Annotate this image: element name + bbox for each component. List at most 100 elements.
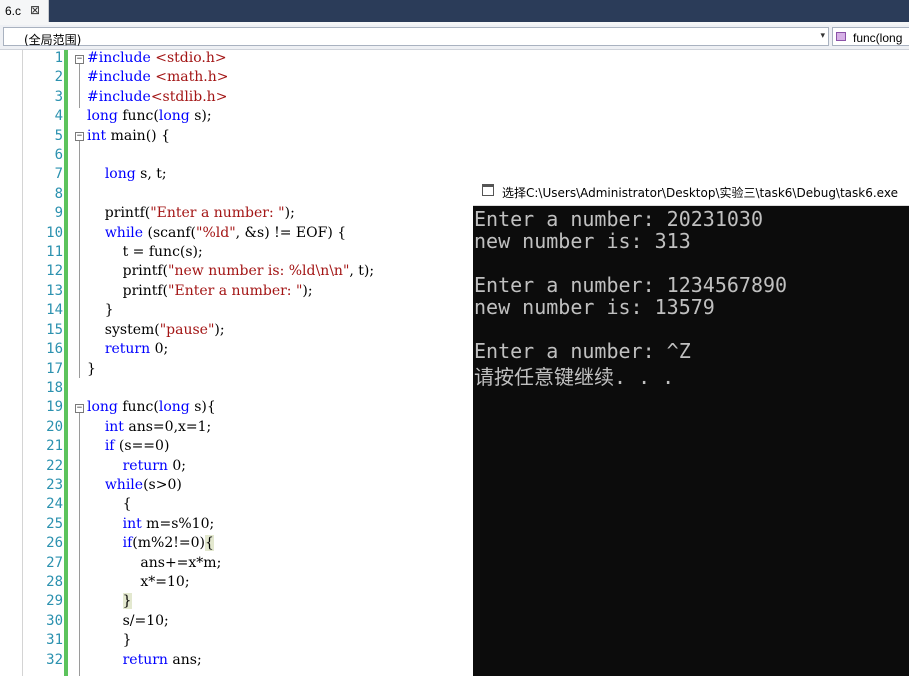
function-dropdown[interactable]: func(long: [832, 27, 909, 46]
code-token: #include: [87, 69, 156, 86]
line-number: 25: [46, 515, 63, 532]
line-number: 32: [46, 651, 63, 668]
console-titlebar[interactable]: 选择C:\Users\Administrator\Desktop\实验三\tas…: [473, 178, 909, 206]
code-token: int: [122, 515, 142, 532]
code-line: if(m%2!=0){: [122, 535, 214, 552]
code-line: }: [87, 632, 132, 649]
console-line: Enter a number: 20231030: [474, 207, 763, 231]
tab-close-icon[interactable]: ⊠: [30, 3, 40, 17]
line-number: 31: [46, 632, 63, 649]
line-number: 3: [54, 88, 63, 105]
console-line: new number is: 13579: [474, 295, 715, 319]
line-number: 24: [46, 496, 63, 513]
outlining-margin: − − −: [68, 50, 86, 676]
line-number: 30: [46, 612, 63, 629]
code-token: if: [122, 535, 133, 552]
line-number: 11: [46, 244, 63, 261]
code-line: x*=10;: [87, 573, 190, 590]
code-line: long func(long s);: [87, 108, 212, 125]
code-line: long s, t;: [104, 166, 167, 183]
line-number: 1: [54, 50, 63, 66]
code-token: int: [87, 127, 107, 144]
scope-dropdown[interactable]: (全局范围) ▾: [3, 27, 829, 47]
code-line: return 0;: [122, 457, 187, 474]
brace-match-highlight: }: [122, 593, 132, 610]
line-number: 8: [54, 185, 63, 202]
code-token: #include: [87, 88, 151, 105]
code-token: "Enter a number: ": [150, 205, 285, 222]
code-line: printf("Enter a number: ");: [87, 282, 313, 299]
line-number: 16: [46, 341, 63, 358]
line-number: 22: [46, 457, 63, 474]
line-number: 29: [46, 593, 63, 610]
line-number: 21: [46, 438, 63, 455]
code-token: #include: [87, 50, 156, 66]
console-app-icon-bar: [482, 184, 494, 187]
code-line: return ans;: [122, 651, 202, 668]
line-number: 2: [54, 69, 63, 86]
line-number: 28: [46, 573, 63, 590]
code-line: while (scanf("%ld", &s) != EOF) {: [104, 224, 347, 241]
code-token: return: [104, 341, 151, 358]
code-token: <stdio.h>: [155, 50, 227, 66]
code-token: "pause": [159, 321, 215, 338]
code-line: ans+=x*m;: [87, 554, 222, 571]
collapse-toggle-icon[interactable]: −: [75, 132, 84, 141]
line-number: 26: [46, 535, 63, 552]
code-token: long: [87, 108, 118, 125]
outline-line: [79, 413, 80, 676]
code-token: "new number is: %ld\n\n": [168, 263, 350, 280]
console-line: Enter a number: ^Z: [474, 339, 691, 363]
code-line: long func(long s){: [87, 399, 216, 416]
code-line: int m=s%10;: [122, 515, 215, 532]
outline-line: [79, 64, 80, 108]
line-number-gutter: 1 2 3 4 5 6 7 8 9 10 11 12 13 14 15 16 1…: [23, 50, 63, 671]
code-line: #include <stdio.h>: [87, 50, 374, 69]
code-line: int ans=0,x=1;: [104, 418, 212, 435]
code-line: while(s>0): [104, 476, 182, 493]
code-token: int: [104, 418, 124, 435]
collapse-toggle-icon[interactable]: −: [75, 55, 84, 64]
line-number: 6: [54, 147, 63, 164]
line-number: 23: [46, 476, 63, 493]
function-dropdown-value: func(long: [853, 31, 903, 45]
navigation-bar: (全局范围) ▾ func(long: [0, 25, 909, 50]
code-token: <math.h>: [155, 69, 229, 86]
line-number: 9: [54, 205, 63, 222]
line-number: 14: [46, 302, 63, 319]
console-line: new number is: 313: [474, 229, 691, 253]
code-line: }: [87, 302, 114, 319]
line-number: 10: [46, 224, 63, 241]
document-tab-strip: 6.c ⊠: [0, 0, 909, 22]
line-number: 20: [46, 418, 63, 435]
code-token: long: [158, 399, 190, 416]
brace-match-highlight: {: [204, 535, 214, 552]
code-token: long: [158, 108, 190, 125]
code-line: #include<stdlib.h>: [87, 89, 374, 108]
code-token: "Enter a number: ": [168, 282, 303, 299]
tab-label: 6.c: [5, 4, 22, 18]
console-line: Enter a number: 1234567890: [474, 273, 788, 297]
collapse-toggle-icon[interactable]: −: [75, 404, 84, 413]
code-text[interactable]: #include <stdio.h> #include <math.h> #in…: [87, 50, 374, 671]
console-window[interactable]: 选择C:\Users\Administrator\Desktop\实验三\tas…: [473, 178, 909, 676]
code-line: s/=10;: [87, 612, 169, 629]
code-token: while: [104, 224, 144, 241]
chevron-down-icon[interactable]: ▾: [820, 31, 825, 41]
tab-6-c[interactable]: 6.c ⊠: [0, 0, 49, 22]
line-number: 19: [46, 399, 63, 416]
outline-line: [79, 141, 80, 378]
code-line: }: [87, 593, 374, 612]
line-number: 7: [54, 166, 63, 183]
code-token: long: [87, 399, 118, 416]
code-token: while: [104, 476, 144, 493]
line-number: 17: [46, 360, 63, 377]
console-output[interactable]: Enter a number: 20231030 new number is: …: [474, 207, 788, 389]
function-icon: [836, 32, 846, 41]
code-token: <stdlib.h>: [150, 88, 228, 105]
